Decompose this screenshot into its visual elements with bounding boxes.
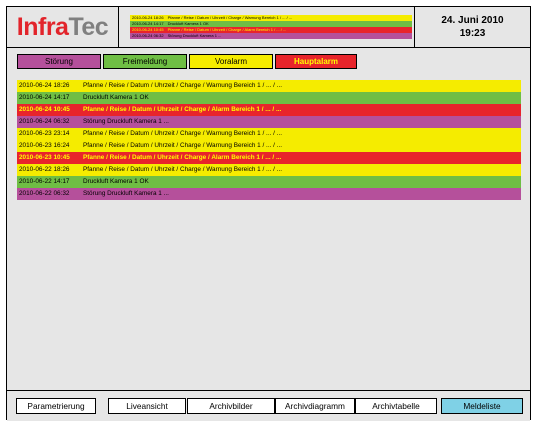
header: InfraTec 2010-06-24 18:26 Pfanne / Reise … bbox=[7, 7, 530, 48]
nav-parametrierung-button[interactable]: Parametrierung bbox=[16, 398, 96, 414]
mini-message-time: 2010-06-24 14:17 bbox=[132, 21, 164, 26]
mini-message-time: 2010-06-24 06:32 bbox=[132, 33, 164, 38]
time-label: 19:23 bbox=[459, 28, 486, 39]
nav-meldeliste-button[interactable]: Meldeliste bbox=[441, 398, 523, 414]
message-row[interactable]: 2010-06-24 10:45 Pfanne / Reise / Datum /… bbox=[17, 104, 521, 116]
bottom-navigation: Parametrierung Liveansicht Archivbilder … bbox=[7, 390, 530, 421]
message-text: Pfanne / Reise / Datum / Uhrzeit / Charg… bbox=[83, 130, 283, 137]
app-window: InfraTec 2010-06-24 18:26 Pfanne / Reise … bbox=[6, 6, 531, 421]
message-timestamp: 2010-06-24 18:26 bbox=[19, 82, 70, 89]
message-list: 2010-06-24 18:26 Pfanne / Reise / Datum /… bbox=[17, 80, 521, 200]
message-text: Pfanne / Reise / Datum / Uhrzeit / Charg… bbox=[83, 166, 283, 173]
message-text: Pfanne / Reise / Datum / Uhrzeit / Charg… bbox=[83, 154, 282, 161]
message-row[interactable]: 2010-06-23 23:14 Pfanne / Reise / Datum /… bbox=[17, 128, 521, 140]
message-timestamp: 2010-06-24 14:17 bbox=[19, 94, 70, 101]
mini-message-row: 2010-06-24 06:32 Störung Druckluft Kamera… bbox=[130, 33, 412, 39]
message-text: Störung Druckluft Kamera 1 ... bbox=[83, 190, 169, 197]
filter-freimeldung-button[interactable]: Freimeldung bbox=[103, 54, 187, 69]
filter-hauptalarm-button[interactable]: Hauptalarm bbox=[275, 54, 357, 69]
date-label: 24. Juni 2010 bbox=[441, 15, 504, 26]
message-text: Pfanne / Reise / Datum / Uhrzeit / Charg… bbox=[83, 106, 282, 113]
message-timestamp: 2010-06-24 06:32 bbox=[19, 118, 70, 125]
message-timestamp: 2010-06-22 14:17 bbox=[19, 178, 70, 185]
mini-message-time: 2010-06-24 10:45 bbox=[132, 27, 164, 32]
message-row[interactable]: 2010-06-22 14:17 Druckluft Kamera 1 OK bbox=[17, 176, 521, 188]
mini-message-text: Druckluft Kamera 1 OK bbox=[167, 21, 209, 26]
message-row[interactable]: 2010-06-22 06:32 Störung Druckluft Kamera… bbox=[17, 188, 521, 200]
message-timestamp: 2010-06-23 16:24 bbox=[19, 142, 70, 149]
filter-stoerung-button[interactable]: Störung bbox=[17, 54, 101, 69]
message-text: Störung Druckluft Kamera 1 ... bbox=[83, 118, 169, 125]
mini-message-text: Pfanne / Reise / Datum / Uhrzeit / Charg… bbox=[167, 27, 287, 32]
message-row[interactable]: 2010-06-23 10:45 Pfanne / Reise / Datum /… bbox=[17, 152, 521, 164]
message-text: Druckluft Kamera 1 OK bbox=[83, 94, 149, 101]
message-timestamp: 2010-06-24 10:45 bbox=[19, 106, 70, 113]
message-text: Pfanne / Reise / Datum / Uhrzeit / Charg… bbox=[83, 82, 283, 89]
message-row[interactable]: 2010-06-24 14:17 Druckluft Kamera 1 OK bbox=[17, 92, 521, 104]
latest-messages-preview: 2010-06-24 18:26 Pfanne / Reise / Datum /… bbox=[118, 7, 415, 47]
message-timestamp: 2010-06-22 18:26 bbox=[19, 166, 70, 173]
mini-message-text: Pfanne / Reise / Datum / Uhrzeit / Charg… bbox=[167, 15, 293, 20]
nav-archivtabelle-button[interactable]: Archivtabelle bbox=[355, 398, 437, 414]
message-row[interactable]: 2010-06-24 06:32 Störung Druckluft Kamera… bbox=[17, 116, 521, 128]
nav-archivdiagramm-button[interactable]: Archivdiagramm bbox=[275, 398, 355, 414]
message-row[interactable]: 2010-06-23 16:24 Pfanne / Reise / Datum /… bbox=[17, 140, 521, 152]
infratec-logo: InfraTec bbox=[16, 12, 109, 41]
mini-message-list: 2010-06-24 18:26 Pfanne / Reise / Datum /… bbox=[130, 15, 412, 39]
message-timestamp: 2010-06-22 06:32 bbox=[19, 190, 70, 197]
message-text: Druckluft Kamera 1 OK bbox=[83, 178, 149, 185]
message-row[interactable]: 2010-06-22 18:26 Pfanne / Reise / Datum /… bbox=[17, 164, 521, 176]
nav-archivbilder-button[interactable]: Archivbilder bbox=[187, 398, 275, 414]
filter-voralarm-button[interactable]: Voralarm bbox=[189, 54, 273, 69]
datetime-display: 24. Juni 2010 19:23 bbox=[415, 7, 530, 47]
mini-message-time: 2010-06-24 18:26 bbox=[132, 15, 164, 20]
mini-message-text: Störung Druckluft Kamera 1 ... bbox=[167, 33, 222, 38]
logo-area: InfraTec bbox=[7, 7, 119, 47]
nav-liveansicht-button[interactable]: Liveansicht bbox=[108, 398, 186, 414]
message-timestamp: 2010-06-23 10:45 bbox=[19, 154, 70, 161]
message-row[interactable]: 2010-06-24 18:26 Pfanne / Reise / Datum /… bbox=[17, 80, 521, 92]
message-timestamp: 2010-06-23 23:14 bbox=[19, 130, 70, 137]
message-text: Pfanne / Reise / Datum / Uhrzeit / Charg… bbox=[83, 142, 283, 149]
